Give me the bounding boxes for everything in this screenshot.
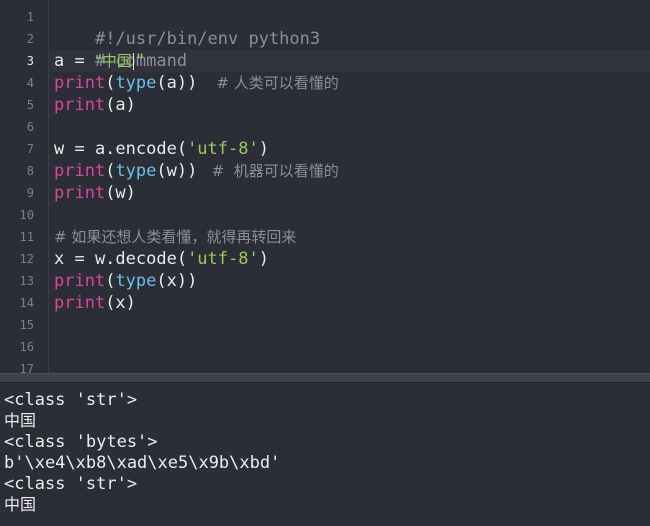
type-builtin: type — [115, 271, 157, 291]
line-number: 5 — [26, 98, 34, 112]
line-number: 13 — [19, 274, 34, 288]
line-number: 4 — [26, 76, 34, 90]
code-text: (w)) — [156, 161, 198, 181]
print-keyword: print — [54, 271, 106, 291]
code-text: ( — [105, 271, 116, 291]
print-keyword: print — [54, 183, 106, 203]
line-number: 16 — [19, 340, 34, 354]
code-line: # 如果还想人类看懂，就得再转回来 — [54, 226, 296, 248]
code-line: print(w) — [54, 182, 136, 204]
type-builtin: type — [115, 73, 157, 93]
output-line: <class 'str'> — [4, 474, 138, 494]
code-text: ) — [258, 139, 269, 159]
code-text: ) — [258, 249, 269, 269]
code-text: ( — [105, 161, 116, 181]
print-keyword: print — [54, 73, 106, 93]
code-line: print(type(w)) # 机器可以看懂的 — [54, 160, 339, 182]
code-text: (a)) — [156, 73, 198, 93]
line-number: 7 — [26, 142, 34, 156]
print-keyword: print — [54, 95, 106, 115]
code-line: # command — [54, 28, 187, 71]
code-text: (x) — [105, 293, 136, 313]
output-panel: <class 'str'> 中国 <class 'bytes'> b'\xe4\… — [0, 383, 650, 526]
code-line: x = w.decode('utf-8') — [54, 248, 269, 270]
code-line: w = a.encode('utf-8') — [54, 138, 269, 160]
line-number: 10 — [19, 208, 34, 222]
code-line: print(a) — [54, 94, 136, 116]
line-number-gutter: 1 2 3 4 5 6 7 8 9 10 11 12 13 14 15 16 1… — [0, 0, 49, 373]
line-number: 14 — [19, 296, 34, 310]
line-number: 15 — [19, 318, 34, 332]
line-number: 9 — [26, 186, 34, 200]
code-text: (a) — [105, 95, 136, 115]
code-line: print(type(x)) — [54, 270, 197, 292]
code-line-active: a = "中国 " — [54, 50, 145, 72]
code-text: ( — [105, 73, 116, 93]
text-cursor — [132, 52, 134, 70]
print-keyword: print — [54, 293, 106, 313]
string-literal: "中国 — [94, 52, 132, 70]
line-number: 1 — [26, 10, 34, 24]
string-literal: 'utf-8' — [187, 249, 259, 269]
line-number: 6 — [26, 120, 34, 134]
code-text: (w) — [105, 183, 136, 203]
output-line: 中国 — [4, 411, 37, 430]
code-text: w = a.encode( — [54, 139, 188, 159]
line-number-active: 3 — [26, 54, 34, 68]
panel-splitter[interactable] — [0, 373, 650, 383]
code-editor[interactable]: 1 2 3 4 5 6 7 8 9 10 11 12 13 14 15 16 1… — [0, 0, 650, 373]
output-line: 中国 — [4, 495, 37, 514]
print-keyword: print — [54, 161, 106, 181]
output-line: <class 'str'> — [4, 390, 138, 410]
line-number: 11 — [19, 230, 34, 244]
code-text: (x)) — [156, 271, 198, 291]
string-quote: " — [134, 51, 146, 71]
line-number: 8 — [26, 164, 34, 178]
line-number: 17 — [19, 362, 34, 373]
code-text: a = — [54, 51, 95, 71]
code-line: print(type(a)) # 人类可以看懂的 — [54, 72, 339, 94]
type-builtin: type — [115, 161, 157, 181]
comment: # 人类可以看懂的 — [197, 74, 339, 92]
output-line: <class 'bytes'> — [4, 432, 158, 452]
code-line: #!/usr/bin/env python3 — [54, 6, 320, 49]
line-number: 2 — [26, 32, 34, 46]
line-number: 12 — [19, 252, 34, 266]
code-line: print(x) — [54, 292, 136, 314]
comment: # 如果还想人类看懂，就得再转回来 — [54, 228, 297, 246]
code-text: x = w.decode( — [54, 249, 188, 269]
comment: # 机器可以看懂的 — [197, 162, 339, 180]
output-line: b'\xe4\xb8\xad\xe5\x9b\xbd' — [4, 453, 281, 473]
string-literal: 'utf-8' — [187, 139, 259, 159]
